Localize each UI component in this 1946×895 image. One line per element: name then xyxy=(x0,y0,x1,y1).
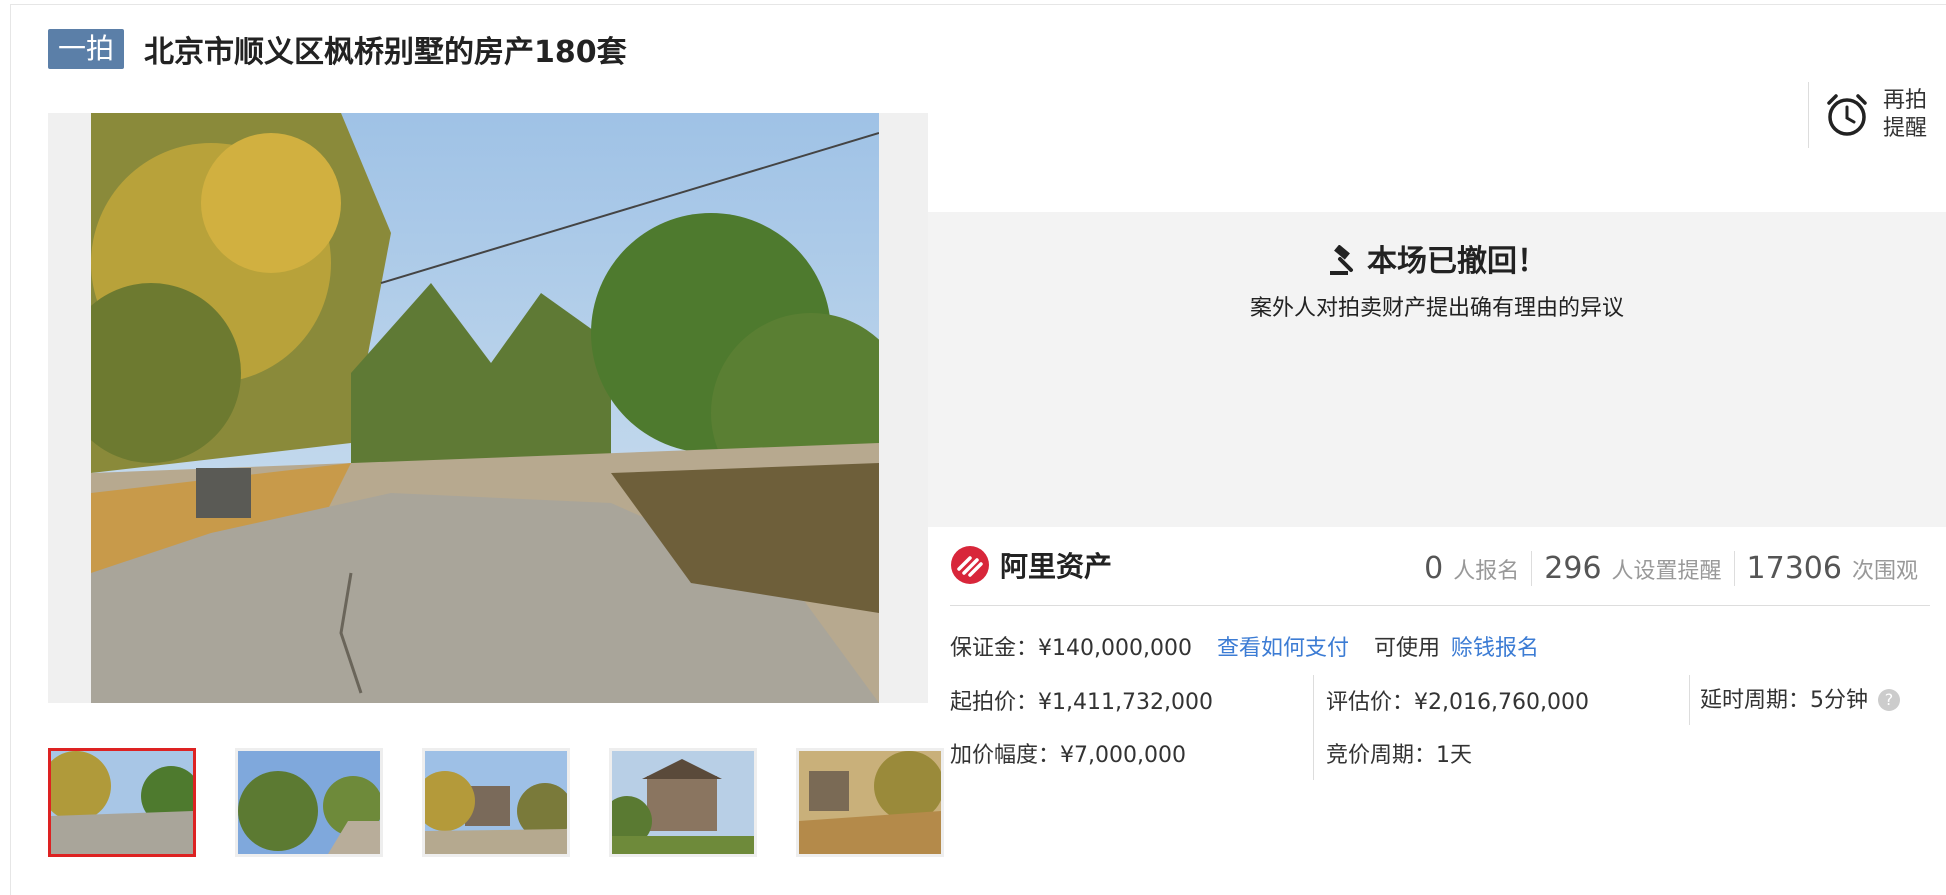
remind-label: 再拍 提醒 xyxy=(1883,88,1928,141)
page-title: 北京市顺义区枫桥别墅的房产180套 xyxy=(144,35,627,70)
stat-reminders: 296 人设置提醒 xyxy=(1531,551,1733,586)
gavel-icon xyxy=(1330,244,1353,275)
delay-period: 延时周期：5分钟 xyxy=(1700,688,1868,713)
brand[interactable]: 阿里资产 xyxy=(950,545,1112,585)
remind-button[interactable]: 再拍 提醒 xyxy=(1808,82,1927,148)
main-photo xyxy=(91,113,879,703)
main-image-viewer[interactable] xyxy=(48,113,928,703)
delay-period-row: 延时周期：5分钟? xyxy=(1700,682,1900,714)
divider xyxy=(1689,675,1690,725)
deposit-row: 保证金：¥140,000,000 查看如何支付 可使用 赊钱报名 xyxy=(950,630,1539,662)
stat-views: 17306 次围观 xyxy=(1733,551,1930,586)
start-price: 起拍价：¥1,411,732,000 xyxy=(950,690,1213,715)
stats: 0 人报名 296 人设置提醒 17306 次围观 xyxy=(1412,551,1930,586)
usable-text: 可使用 xyxy=(1373,636,1440,661)
help-icon[interactable]: ? xyxy=(1878,689,1900,711)
divider xyxy=(1313,675,1314,780)
thumbnail-3[interactable] xyxy=(422,748,570,857)
brand-name: 阿里资产 xyxy=(1000,550,1113,583)
status-headline-row: 本场已撤回！ xyxy=(928,236,1946,280)
thumbnail-1[interactable] xyxy=(48,748,196,857)
thumbnail-5[interactable] xyxy=(796,748,944,857)
auction-status-panel: 本场已撤回！ 案外人对拍卖财产提出确有理由的异议 xyxy=(928,212,1946,527)
brand-stats-row: 阿里资产 0 人报名 296 人设置提醒 17306 次围观 xyxy=(950,545,1930,606)
alarm-clock-icon xyxy=(1827,94,1867,136)
deposit-amount: 保证金：¥140,000,000 xyxy=(950,636,1192,661)
thumbnail-2[interactable] xyxy=(235,748,383,857)
status-headline: 本场已撤回！ xyxy=(1367,244,1547,279)
appraisal-price: 评估价：¥2,016,760,000 xyxy=(1326,690,1589,715)
bid-increment: 加价幅度：¥7,000,000 xyxy=(950,743,1186,768)
title-row: 一拍 北京市顺义区枫桥别墅的房产180套 xyxy=(48,28,627,70)
thumbnail-strip xyxy=(48,748,983,857)
ali-assets-logo-icon xyxy=(951,546,989,584)
how-to-pay-link[interactable]: 查看如何支付 xyxy=(1217,636,1349,661)
auction-round-tag: 一拍 xyxy=(48,29,125,69)
status-reason: 案外人对拍卖财产提出确有理由的异议 xyxy=(1249,296,1624,321)
stat-signups: 0 人报名 xyxy=(1424,551,1520,586)
thumbnail-4[interactable] xyxy=(609,748,757,857)
bid-cycle: 竞价周期：1天 xyxy=(1326,743,1472,768)
credit-signup-link[interactable]: 赊钱报名 xyxy=(1451,636,1539,661)
